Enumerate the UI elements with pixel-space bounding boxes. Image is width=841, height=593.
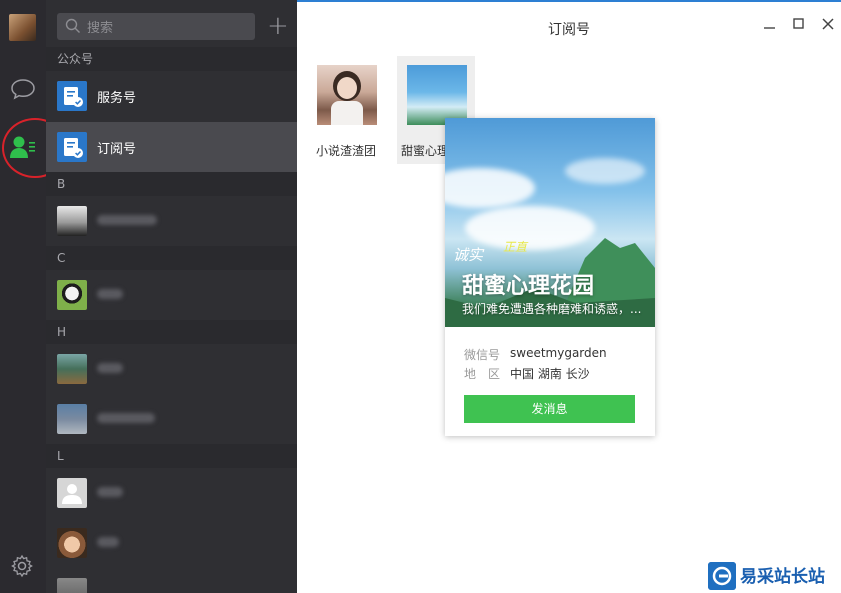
contact-list-panel: 搜索 + 公众号 服务号 订阅号 B C H L — [46, 0, 297, 593]
list-item-contact[interactable] — [46, 196, 297, 246]
watermark-text: 易采站长站 — [740, 567, 825, 587]
wechat-window: 搜索 + 公众号 服务号 订阅号 B C H L 订阅号 小说渣渣团 甜蜜心理 … — [0, 0, 841, 593]
group-label-h: H — [46, 320, 297, 344]
list-item-contact[interactable] — [46, 270, 297, 320]
blurred-contact-name — [97, 289, 123, 299]
contact-avatar — [57, 206, 87, 236]
account-name: 甜蜜心理花园 — [401, 144, 451, 158]
list-item-service-accounts[interactable]: 服务号 — [46, 71, 297, 121]
contact-avatar — [57, 578, 87, 593]
list-item-contact[interactable] — [46, 568, 297, 593]
main-panel: 订阅号 小说渣渣团 甜蜜心理花园 — [297, 2, 841, 593]
maximize-icon[interactable] — [791, 16, 807, 32]
group-label-l: L — [46, 444, 297, 468]
search-placeholder: 搜索 — [87, 21, 114, 36]
watermark-logo-icon — [708, 562, 736, 590]
list-item-contact[interactable] — [46, 468, 297, 518]
blurred-contact-name — [97, 363, 123, 373]
group-label-official: 公众号 — [46, 47, 297, 71]
contact-avatar — [57, 354, 87, 384]
blurred-contact-name — [97, 487, 123, 497]
contact-avatar — [57, 528, 87, 558]
blurred-contact-name — [97, 537, 119, 547]
add-button[interactable]: + — [267, 13, 289, 39]
account-avatar — [317, 65, 377, 125]
blurred-contact-name — [97, 413, 155, 423]
default-avatar-icon — [57, 478, 87, 508]
list-item-label: 服务号 — [97, 91, 137, 106]
user-avatar[interactable] — [9, 14, 36, 41]
cover-calligraphy: 诚实 — [453, 246, 484, 264]
send-message-button[interactable]: 发消息 — [464, 395, 635, 423]
search-input[interactable]: 搜索 — [57, 13, 255, 40]
list-item-subscription-accounts[interactable]: 订阅号 — [46, 122, 297, 172]
list-item-contact[interactable] — [46, 344, 297, 394]
nav-rail — [0, 0, 68, 593]
region-label: 地 区 — [464, 367, 501, 381]
group-label-c: C — [46, 246, 297, 270]
subscription-account-icon — [57, 132, 87, 162]
group-label-b: B — [46, 172, 297, 196]
wechat-id-value: sweetmygarden — [510, 346, 607, 360]
account-name: 小说渣渣团 — [315, 144, 376, 158]
close-icon[interactable] — [820, 16, 836, 32]
search-icon — [65, 18, 80, 33]
profile-cover-image: 诚实 正直 甜蜜心理花园 我们难免遭遇各种磨难和诱惑，... — [445, 118, 655, 327]
list-item-label: 订阅号 — [97, 142, 137, 157]
chat-icon[interactable] — [10, 78, 36, 100]
page-title: 订阅号 — [548, 22, 590, 38]
settings-gear-icon[interactable] — [10, 554, 34, 578]
account-avatar — [407, 65, 467, 125]
account-title: 甜蜜心理花园 — [462, 274, 595, 299]
service-account-icon — [57, 81, 87, 111]
list-item-contact[interactable] — [46, 518, 297, 568]
list-item-contact[interactable] — [46, 394, 297, 444]
region-value: 中国 湖南 长沙 — [510, 367, 590, 381]
contact-avatar — [57, 280, 87, 310]
cover-calligraphy: 正直 — [503, 240, 528, 254]
account-description: 我们难免遭遇各种磨难和诱惑，... — [462, 302, 642, 316]
wechat-id-label: 微信号 — [464, 348, 501, 362]
blurred-contact-name — [97, 215, 157, 225]
minimize-icon[interactable] — [762, 16, 778, 32]
contact-avatar — [57, 404, 87, 434]
account-profile-card: 诚实 正直 甜蜜心理花园 我们难免遭遇各种磨难和诱惑，... 微信号 sweet… — [445, 118, 655, 436]
account-tile[interactable]: 小说渣渣团 — [307, 56, 385, 164]
site-watermark: 易采站长站 — [704, 559, 841, 593]
